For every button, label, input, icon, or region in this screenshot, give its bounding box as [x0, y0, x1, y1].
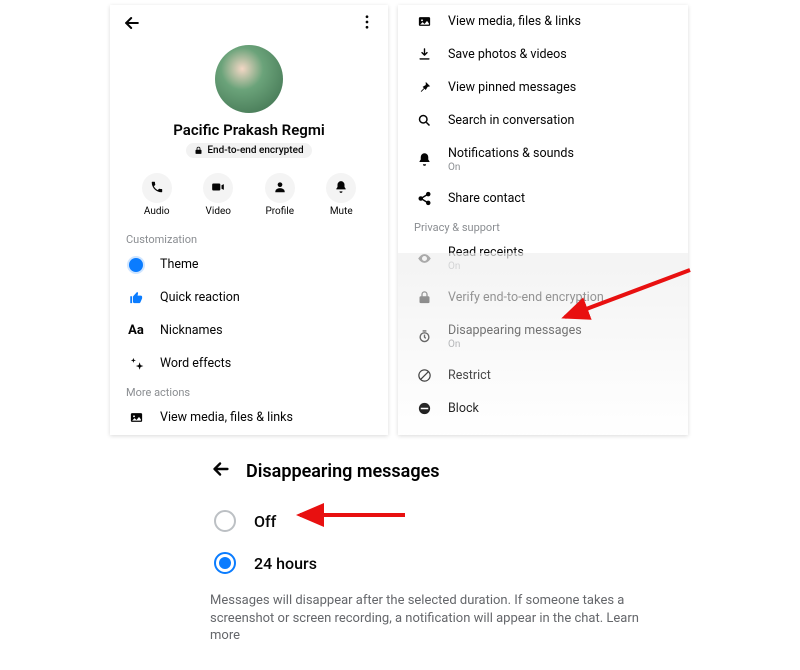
eye-icon	[414, 251, 434, 266]
block-item[interactable]: Block	[398, 392, 688, 425]
verify-encryption-item[interactable]: Verify end-to-end encryption	[398, 281, 688, 314]
customization-section-label: Customization	[110, 227, 388, 248]
lock-icon	[414, 290, 434, 305]
profile-name: Pacific Prakash Regmi	[110, 121, 388, 139]
radio-24h-icon	[214, 552, 236, 574]
profile-action[interactable]: Profile	[265, 173, 295, 217]
chat-settings-left-panel: Pacific Prakash Regmi End-to-end encrypt…	[110, 5, 388, 435]
option-24h[interactable]: 24 hours	[210, 542, 640, 584]
notifications-item[interactable]: Notifications & soundsOn	[398, 137, 688, 182]
restrict-item[interactable]: Restrict	[398, 359, 688, 392]
avatar[interactable]	[215, 45, 283, 113]
back-icon[interactable]	[122, 13, 142, 37]
more-actions-section-label: More actions	[110, 380, 388, 401]
back-icon[interactable]	[210, 458, 232, 484]
restrict-icon	[414, 368, 434, 383]
privacy-section-label: Privacy & support	[398, 215, 688, 236]
search-item[interactable]: Search in conversation	[398, 104, 688, 137]
person-icon	[273, 180, 287, 197]
save-photos-item-cut[interactable]: Save photos & videos	[110, 434, 388, 435]
theme-item[interactable]: Theme	[110, 248, 388, 281]
view-media-item-left[interactable]: View media, files & links	[110, 401, 388, 434]
thumb-icon	[126, 290, 146, 305]
radio-off-icon	[214, 510, 236, 532]
block-icon	[414, 401, 434, 416]
theme-icon	[126, 258, 146, 272]
share-contact-item[interactable]: Share contact	[398, 182, 688, 215]
phone-icon	[150, 180, 164, 197]
media-icon	[414, 14, 434, 29]
more-icon[interactable]	[358, 13, 376, 37]
share-icon	[414, 191, 434, 206]
mute-action[interactable]: Mute	[326, 173, 356, 217]
word-effects-item[interactable]: Word effects	[110, 347, 388, 380]
page-title: Disappearing messages	[246, 461, 440, 482]
option-off[interactable]: Off	[210, 500, 640, 542]
bell-icon	[334, 180, 348, 197]
media-icon	[126, 410, 146, 425]
chat-settings-right-panel: View media, files & links Save photos & …	[398, 5, 688, 435]
video-icon	[211, 180, 225, 197]
description-text: Messages will disappear after the select…	[210, 584, 640, 645]
quick-reaction-item[interactable]: Quick reaction	[110, 281, 388, 314]
disappearing-messages-item[interactable]: Disappearing messagesOn	[398, 314, 688, 359]
view-pinned-item[interactable]: View pinned messages	[398, 71, 688, 104]
search-icon	[414, 113, 434, 128]
sparkle-icon	[126, 356, 146, 371]
timer-icon	[414, 329, 434, 344]
report-item[interactable]: ReportGive feedback and report conversat…	[398, 425, 688, 435]
aa-icon: Aa	[126, 323, 146, 338]
audio-action[interactable]: Audio	[142, 173, 172, 217]
pin-icon	[414, 80, 434, 95]
download-icon	[414, 47, 434, 62]
view-media-item[interactable]: View media, files & links	[398, 5, 688, 38]
nicknames-item[interactable]: Aa Nicknames	[110, 314, 388, 347]
encryption-badge: End-to-end encrypted	[186, 143, 311, 158]
save-photos-item[interactable]: Save photos & videos	[398, 38, 688, 71]
read-receipts-item[interactable]: Read receiptsOn	[398, 236, 688, 281]
bell-icon	[414, 152, 434, 167]
disappearing-messages-panel: Disappearing messages Off 24 hours Messa…	[210, 450, 640, 645]
video-action[interactable]: Video	[203, 173, 233, 217]
